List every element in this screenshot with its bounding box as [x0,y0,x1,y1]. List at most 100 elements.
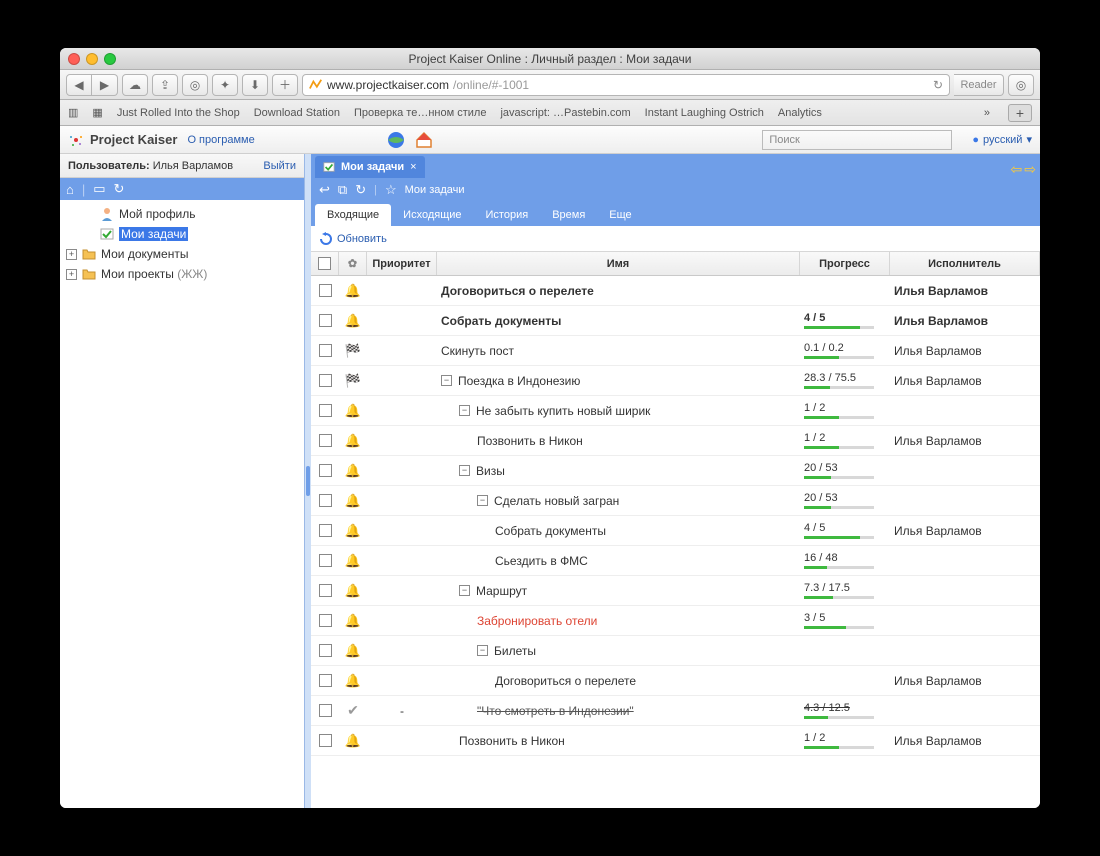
expand-icon[interactable]: + [66,249,77,260]
table-row[interactable]: 🔔−Сделать новый загран20 / 53 [311,486,1040,516]
star-icon[interactable]: ☆ [385,182,397,198]
new-tab-button[interactable]: + [1008,104,1032,122]
add-button[interactable]: ＋ [272,74,298,96]
checkbox[interactable] [319,434,332,447]
checkbox[interactable] [319,374,332,387]
compass-button[interactable]: ◎ [182,74,208,96]
tab-time[interactable]: Время [540,204,597,226]
name-cell[interactable]: Сьездить в ФМС [437,554,800,568]
table-row[interactable]: 🔔Сьездить в ФМС16 / 48 [311,546,1040,576]
home-icon[interactable]: ⌂ [66,182,74,197]
checkbox[interactable] [319,404,332,417]
checkbox[interactable] [319,554,332,567]
table-row[interactable]: 🏁Скинуть пост0.1 / 0.2Илья Варламов [311,336,1040,366]
bookmark-item[interactable]: javascript: …Pastebin.com [500,107,630,119]
name-cell[interactable]: Договориться о перелете [437,674,800,688]
name-cell[interactable]: Скинуть пост [437,344,800,358]
icloud-button[interactable]: ☁ [122,74,148,96]
search-input[interactable]: Поиск [762,130,952,150]
collapse-icon[interactable]: − [477,495,488,506]
bookmark-item[interactable]: Download Station [254,107,340,119]
tab-more[interactable]: Еще [597,204,643,226]
name-cell[interactable]: "Что смотреть в Индонезии" [437,704,800,718]
extension-button[interactable]: ✦ [212,74,238,96]
collapse-icon[interactable]: − [459,405,470,416]
address-bar[interactable]: www.projectkaiser.com/online/#-1001 ↻ [302,74,950,96]
collapse-icon[interactable]: − [459,585,470,596]
bookmark-item[interactable]: Just Rolled Into the Shop [117,107,240,119]
collapse-icon[interactable]: − [459,465,470,476]
checkbox[interactable] [319,674,332,687]
bookmarks-overflow[interactable]: » [984,107,990,119]
about-link[interactable]: О программе [187,134,254,146]
checkbox[interactable] [319,314,332,327]
col-progress[interactable]: Прогресс [800,252,890,275]
name-cell[interactable]: Забронировать отели [437,614,800,628]
checkbox[interactable] [319,584,332,597]
checkbox[interactable] [319,284,332,297]
top-sites-icon[interactable]: ▦ [92,106,102,119]
table-row[interactable]: 🔔Собрать документы4 / 5Илья Варламов [311,516,1040,546]
name-cell[interactable]: Собрать документы [437,314,800,328]
col-checkbox[interactable] [311,252,339,275]
checkbox[interactable] [319,494,332,507]
checkbox[interactable] [319,644,332,657]
name-cell[interactable]: Позвонить в Никон [437,734,800,748]
checkbox[interactable] [319,614,332,627]
table-row[interactable]: 🔔Позвонить в Никон1 / 2Илья Варламов [311,426,1040,456]
tab-history[interactable]: История [474,204,541,226]
col-icon[interactable]: ✿ [339,252,367,275]
table-row[interactable]: 🔔Договориться о перелетеИлья Варламов [311,666,1040,696]
show-bookmarks-icon[interactable]: ▥ [68,106,78,119]
table-row[interactable]: 🔔−Не забыть купить новый ширик1 / 2 [311,396,1040,426]
tab-outbox[interactable]: Исходящие [391,204,473,226]
table-row[interactable]: 🔔Собрать документы4 / 5Илья Варламов [311,306,1040,336]
refresh-button[interactable]: Обновить [319,232,387,246]
table-row[interactable]: 🏁−Поездка в Индонезию28.3 / 75.5Илья Вар… [311,366,1040,396]
zoom-window-button[interactable] [104,53,116,65]
nav-forward-icon[interactable]: ⇨ [1024,161,1036,178]
expand-icon[interactable]: + [66,269,77,280]
refresh-icon[interactable]: ↻ [355,182,366,198]
download-button[interactable]: ⬇ [242,74,268,96]
table-row[interactable]: 🔔−Билеты [311,636,1040,666]
col-assignee[interactable]: Исполнитель [890,252,1040,275]
logout-link[interactable]: Выйти [263,160,296,172]
close-tab-icon[interactable]: × [410,161,416,173]
table-row[interactable]: ✔-"Что смотреть в Индонезии"4.3 / 12.5 [311,696,1040,726]
share-button[interactable]: ⇪ [152,74,178,96]
reader-button[interactable]: Reader [954,74,1004,96]
tree-item-tasks[interactable]: Мои задачи [60,224,304,244]
collapse-icon[interactable]: − [477,645,488,656]
name-cell[interactable]: −Визы [437,464,800,478]
tree-item-documents[interactable]: + Мои документы [60,244,304,264]
tree-item-projects[interactable]: + Мои проекты (ЖЖ) [60,264,304,284]
collapse-icon[interactable]: − [441,375,452,386]
checkbox[interactable] [319,734,332,747]
language-selector[interactable]: ● русский ▾ [972,133,1032,146]
col-priority[interactable]: Приоритет [367,252,437,275]
document-tab[interactable]: Мои задачи × [315,156,425,178]
bookmark-item[interactable]: Проверка те…нном стиле [354,107,486,119]
nav-back-icon[interactable]: ⇦ [1011,161,1023,178]
back-button[interactable]: ◀ [66,74,92,96]
forward-button[interactable]: ▶ [92,74,118,96]
tab-inbox[interactable]: Входящие [315,204,391,226]
table-row[interactable]: 🔔Позвонить в Никон1 / 2Илья Варламов [311,726,1040,756]
col-name[interactable]: Имя [437,252,800,275]
table-row[interactable]: 🔔−Маршрут7.3 / 17.5 [311,576,1040,606]
reload-icon[interactable]: ↻ [933,78,943,92]
table-row[interactable]: 🔔Договориться о перелетеИлья Варламов [311,276,1040,306]
rss-button[interactable]: ◎ [1008,74,1034,96]
tree-item-profile[interactable]: Мой профиль [60,204,304,224]
close-window-button[interactable] [68,53,80,65]
refresh-icon[interactable]: ↻ [114,181,125,197]
checkbox[interactable] [319,464,332,477]
name-cell[interactable]: Собрать документы [437,524,800,538]
home-icon[interactable] [413,129,435,151]
back-icon[interactable]: ↩ [319,182,330,198]
name-cell[interactable]: −Поездка в Индонезию [437,374,800,388]
popout-icon[interactable]: ⧉ [338,182,347,198]
name-cell[interactable]: −Не забыть купить новый ширик [437,404,800,418]
checkbox[interactable] [319,524,332,537]
